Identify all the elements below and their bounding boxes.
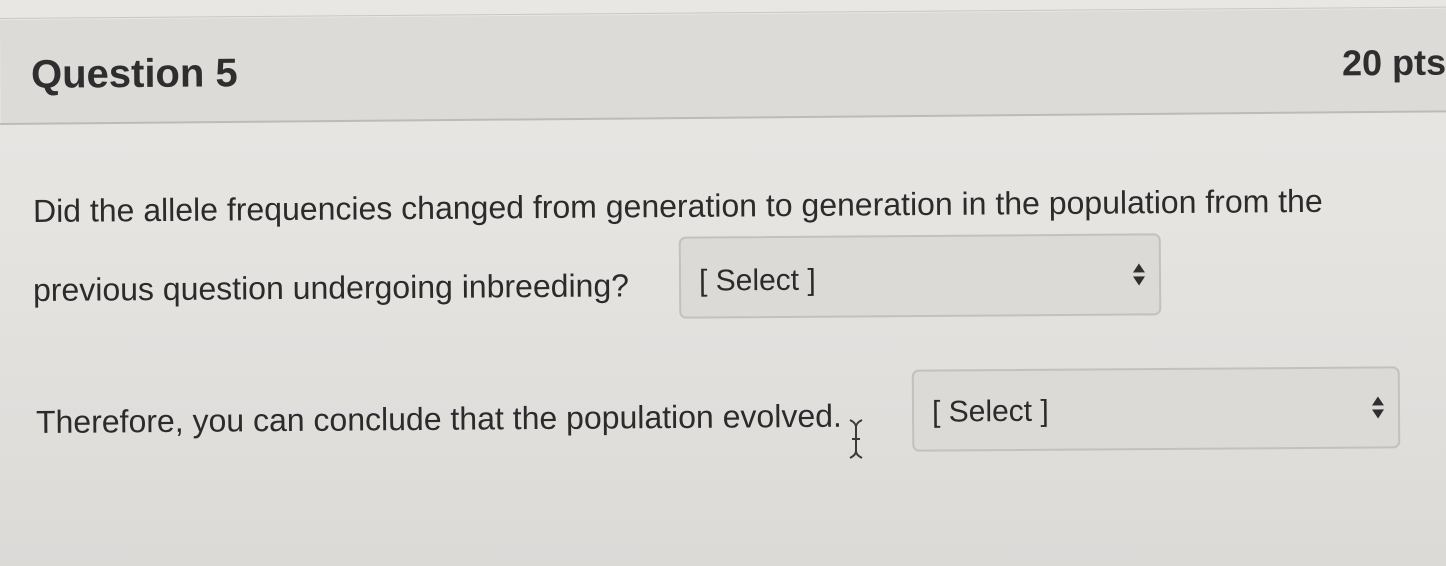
question-text-line-2: previous question undergoing inbreeding? xyxy=(32,267,630,308)
up-down-arrows-icon xyxy=(1132,263,1146,286)
question-text-line-3: Therefore, you can conclude that the pop… xyxy=(35,397,842,440)
inbreeding-answer-select[interactable]: [ Select ] xyxy=(678,233,1162,319)
quiz-page: Question 5 20 pts Did the allele frequen… xyxy=(0,0,1446,566)
select-value: [ Select ] xyxy=(931,394,1049,429)
text-cursor-icon xyxy=(849,419,863,459)
evolved-answer-select[interactable]: [ Select ] xyxy=(911,366,1401,452)
question-points: 20 pts xyxy=(1341,41,1446,84)
question-text-line-1: Did the allele frequencies changed from … xyxy=(32,182,1323,229)
up-down-arrows-icon xyxy=(1371,396,1385,419)
select-value: [ Select ] xyxy=(698,263,816,298)
question-title: Question 5 xyxy=(30,51,238,97)
